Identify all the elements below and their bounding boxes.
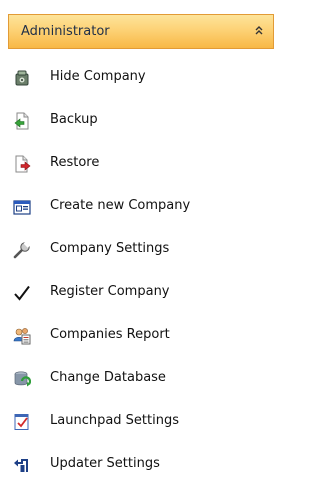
administrator-panel: Administrator Hide Company Backup Restor…: [8, 14, 274, 474]
companies-report-icon: [12, 326, 32, 346]
menu-item-hide-company[interactable]: Hide Company: [8, 57, 274, 100]
backup-icon: [12, 111, 32, 131]
create-company-icon: [12, 197, 32, 217]
menu-item-launchpad-settings[interactable]: Launchpad Settings: [8, 401, 274, 444]
menu-item-label: Company Settings: [50, 241, 170, 256]
menu-item-create-new-company[interactable]: Create new Company: [8, 186, 274, 229]
admin-menu: Hide Company Backup Restore Create new C…: [8, 57, 274, 487]
menu-item-label: Launchpad Settings: [50, 413, 179, 428]
menu-item-backup[interactable]: Backup: [8, 100, 274, 143]
menu-item-label: Create new Company: [50, 198, 191, 213]
panel-header[interactable]: Administrator: [8, 14, 274, 49]
menu-item-updater-settings[interactable]: Updater Settings: [8, 444, 274, 487]
menu-item-label: Companies Report: [50, 327, 170, 342]
settings-wrench-icon: [12, 240, 32, 260]
restore-icon: [12, 154, 32, 174]
menu-item-label: Backup: [50, 112, 98, 127]
menu-item-register-company[interactable]: Register Company: [8, 272, 274, 315]
menu-item-restore[interactable]: Restore: [8, 143, 274, 186]
hide-company-icon: [12, 68, 32, 88]
menu-item-label: Hide Company: [50, 69, 146, 84]
menu-item-companies-report[interactable]: Companies Report: [8, 315, 274, 358]
updater-settings-icon: [12, 455, 32, 475]
launchpad-settings-icon: [12, 412, 32, 432]
panel-title: Administrator: [21, 24, 110, 39]
menu-item-label: Change Database: [50, 370, 166, 385]
collapse-chevrons-icon[interactable]: [251, 23, 267, 39]
menu-item-company-settings[interactable]: Company Settings: [8, 229, 274, 272]
change-database-icon: [12, 369, 32, 389]
checkmark-icon: [12, 283, 32, 303]
menu-item-label: Restore: [50, 155, 100, 170]
menu-item-label: Register Company: [50, 284, 170, 299]
menu-item-change-database[interactable]: Change Database: [8, 358, 274, 401]
menu-item-label: Updater Settings: [50, 456, 160, 471]
